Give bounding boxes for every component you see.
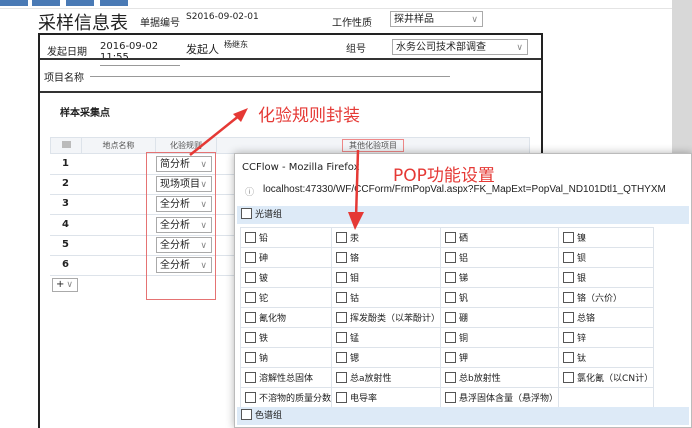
- arrow-head: [348, 212, 364, 230]
- annotation-arrow-pop: [348, 149, 364, 230]
- annotation-pop: POP功能设置: [393, 166, 495, 186]
- arrow-line: [354, 149, 360, 219]
